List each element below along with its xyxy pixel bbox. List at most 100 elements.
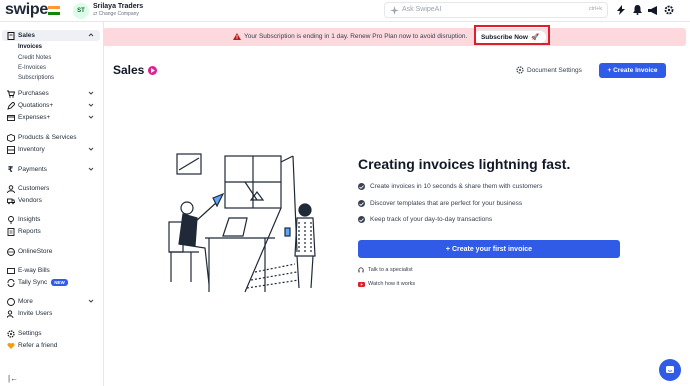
sidebar-item-label: Sales bbox=[18, 32, 35, 39]
sidebar-item-more[interactable]: More bbox=[2, 296, 100, 307]
india-flag-icon bbox=[48, 6, 60, 15]
feature-item: Keep track of your day-to-day transactio… bbox=[358, 216, 492, 223]
create-first-invoice-button[interactable]: + Create your first invoice bbox=[358, 240, 620, 258]
top-bar: swipe ST Srilaya Traders ⇄ Change Compan… bbox=[0, 0, 690, 22]
play-icon[interactable] bbox=[148, 65, 158, 75]
sidebar-item-eway-bills[interactable]: E-way Bills bbox=[2, 265, 100, 276]
sidebar-subitem-subscriptions[interactable]: Subscriptions bbox=[18, 75, 54, 81]
bill-icon bbox=[6, 266, 15, 275]
chevron-down-icon bbox=[88, 167, 94, 171]
sync-icon bbox=[6, 278, 15, 287]
heart-icon bbox=[6, 341, 15, 350]
sidebar-item-onlinestore[interactable]: OnlineStore bbox=[2, 246, 100, 257]
sidebar-item-sales[interactable]: Sales bbox=[2, 30, 100, 41]
expense-icon bbox=[6, 113, 15, 122]
document-settings-label: Document Settings bbox=[527, 66, 582, 74]
inventory-icon bbox=[6, 145, 15, 154]
invoice-illustration bbox=[168, 153, 316, 293]
watch-video-link[interactable]: Watch how it works bbox=[358, 281, 415, 287]
report-icon bbox=[6, 227, 15, 236]
feature-item: Create invoices in 10 seconds & share th… bbox=[358, 183, 542, 190]
sidebar-item-label: E-way Bills bbox=[18, 267, 50, 274]
rupee-icon: ₹ bbox=[7, 165, 14, 174]
feature-text: Keep track of your day-to-day transactio… bbox=[370, 216, 493, 223]
swipe-logo[interactable]: swipe bbox=[5, 1, 48, 19]
sales-icon bbox=[6, 31, 15, 40]
sidebar-item-inventory[interactable]: Inventory bbox=[2, 144, 100, 155]
sidebar-item-label: Refer a friend bbox=[18, 342, 58, 349]
sidebar-item-label: More bbox=[18, 298, 33, 305]
box-icon bbox=[6, 133, 15, 142]
collapse-sidebar-icon[interactable]: |← bbox=[8, 374, 18, 383]
sidebar-item-tally-sync[interactable]: Tally Sync NEW bbox=[2, 277, 100, 288]
talk-link-text: Talk to a specialist bbox=[368, 267, 413, 273]
create-invoice-button[interactable]: + Create Invoice bbox=[599, 63, 666, 78]
search-placeholder: Ask SwipeAI bbox=[402, 6, 442, 13]
check-circle-icon bbox=[358, 216, 365, 223]
top-icons bbox=[616, 4, 674, 17]
more-icon bbox=[6, 297, 15, 306]
subscription-banner: Your Subscription is ending in 1 day. Re… bbox=[103, 28, 686, 46]
cart-icon bbox=[6, 89, 15, 98]
sidebar-item-products[interactable]: Products & Services bbox=[2, 132, 100, 143]
settings-icon[interactable] bbox=[664, 4, 674, 16]
sidebar-item-label: Quotations+ bbox=[18, 102, 54, 109]
company-name: Srilaya Traders bbox=[93, 3, 144, 10]
company-avatar[interactable]: ST bbox=[73, 3, 89, 19]
user-icon bbox=[6, 184, 15, 193]
sidebar-item-label: Invite Users bbox=[18, 310, 53, 317]
sidebar-item-vendors[interactable]: Vendors bbox=[2, 195, 100, 206]
sidebar-item-label: Vendors bbox=[18, 197, 42, 204]
sidebar-item-payments[interactable]: ₹ Payments bbox=[2, 164, 100, 175]
megaphone-icon[interactable] bbox=[648, 4, 658, 16]
gear-icon bbox=[516, 66, 524, 74]
bolt-icon[interactable] bbox=[616, 4, 626, 16]
document-settings-button[interactable]: Document Settings bbox=[516, 66, 582, 74]
banner-text: Your Subscription is ending in 1 day. Re… bbox=[244, 33, 468, 40]
warning-icon bbox=[233, 33, 241, 40]
chat-support-button[interactable] bbox=[659, 359, 681, 381]
sidebar-item-customers[interactable]: Customers bbox=[2, 183, 100, 194]
sidebar-item-label: Purchases bbox=[18, 90, 49, 97]
chat-icon bbox=[666, 366, 674, 373]
sidebar: Sales Invoices Credit Notes E-Invoices S… bbox=[0, 22, 104, 386]
new-badge: NEW bbox=[51, 279, 68, 286]
sidebar-item-refer[interactable]: Refer a friend bbox=[2, 340, 100, 351]
sidebar-item-label: Settings bbox=[18, 330, 42, 337]
video-link-text: Watch how it works bbox=[368, 281, 416, 287]
chevron-down-icon bbox=[88, 147, 94, 151]
youtube-icon bbox=[358, 281, 365, 287]
check-circle-icon bbox=[358, 183, 365, 190]
sidebar-item-purchases[interactable]: Purchases bbox=[2, 88, 100, 99]
search-shortcut: ctrl+k bbox=[588, 6, 602, 12]
sidebar-item-label: Reports bbox=[18, 228, 41, 235]
change-company-link[interactable]: ⇄ Change Company bbox=[93, 11, 143, 18]
talk-to-specialist-link[interactable]: Talk to a specialist bbox=[358, 267, 413, 273]
chevron-up-icon bbox=[88, 33, 94, 37]
chevron-down-icon bbox=[88, 299, 94, 303]
app-root: swipe ST Srilaya Traders ⇄ Change Compan… bbox=[0, 0, 690, 386]
bell-icon[interactable] bbox=[632, 4, 642, 16]
bulb-icon bbox=[6, 215, 15, 224]
sidebar-item-quotations[interactable]: Quotations+ bbox=[2, 100, 100, 111]
feature-item: Discover templates that are perfect for … bbox=[358, 200, 522, 207]
sidebar-item-label: Products & Services bbox=[18, 134, 77, 141]
page-title-text: Sales bbox=[113, 63, 145, 77]
sidebar-subitem-credit-notes[interactable]: Credit Notes bbox=[18, 55, 51, 61]
feature-text: Create invoices in 10 seconds & share th… bbox=[370, 183, 543, 190]
highlight-box bbox=[474, 25, 550, 45]
sidebar-item-reports[interactable]: Reports bbox=[2, 226, 100, 237]
sidebar-item-label: Inventory bbox=[18, 146, 45, 153]
sidebar-subitem-invoices[interactable]: Invoices bbox=[18, 44, 42, 50]
sidebar-item-settings[interactable]: Settings bbox=[2, 328, 100, 339]
sidebar-item-insights[interactable]: Insights bbox=[2, 214, 100, 225]
sidebar-item-label: Insights bbox=[18, 216, 41, 223]
sidebar-item-expenses[interactable]: Expenses+ bbox=[2, 112, 100, 123]
sidebar-item-invite-users[interactable]: Invite Users bbox=[2, 308, 100, 319]
sidebar-subitem-e-invoices[interactable]: E-Invoices bbox=[18, 65, 46, 71]
invite-icon bbox=[6, 309, 15, 318]
company-switcher[interactable]: Srilaya Traders ⇄ Change Company bbox=[93, 3, 143, 18]
chevron-down-icon bbox=[88, 103, 94, 107]
chevron-down-icon bbox=[88, 115, 94, 119]
search-input[interactable]: Ask SwipeAI ctrl+k bbox=[384, 2, 608, 18]
